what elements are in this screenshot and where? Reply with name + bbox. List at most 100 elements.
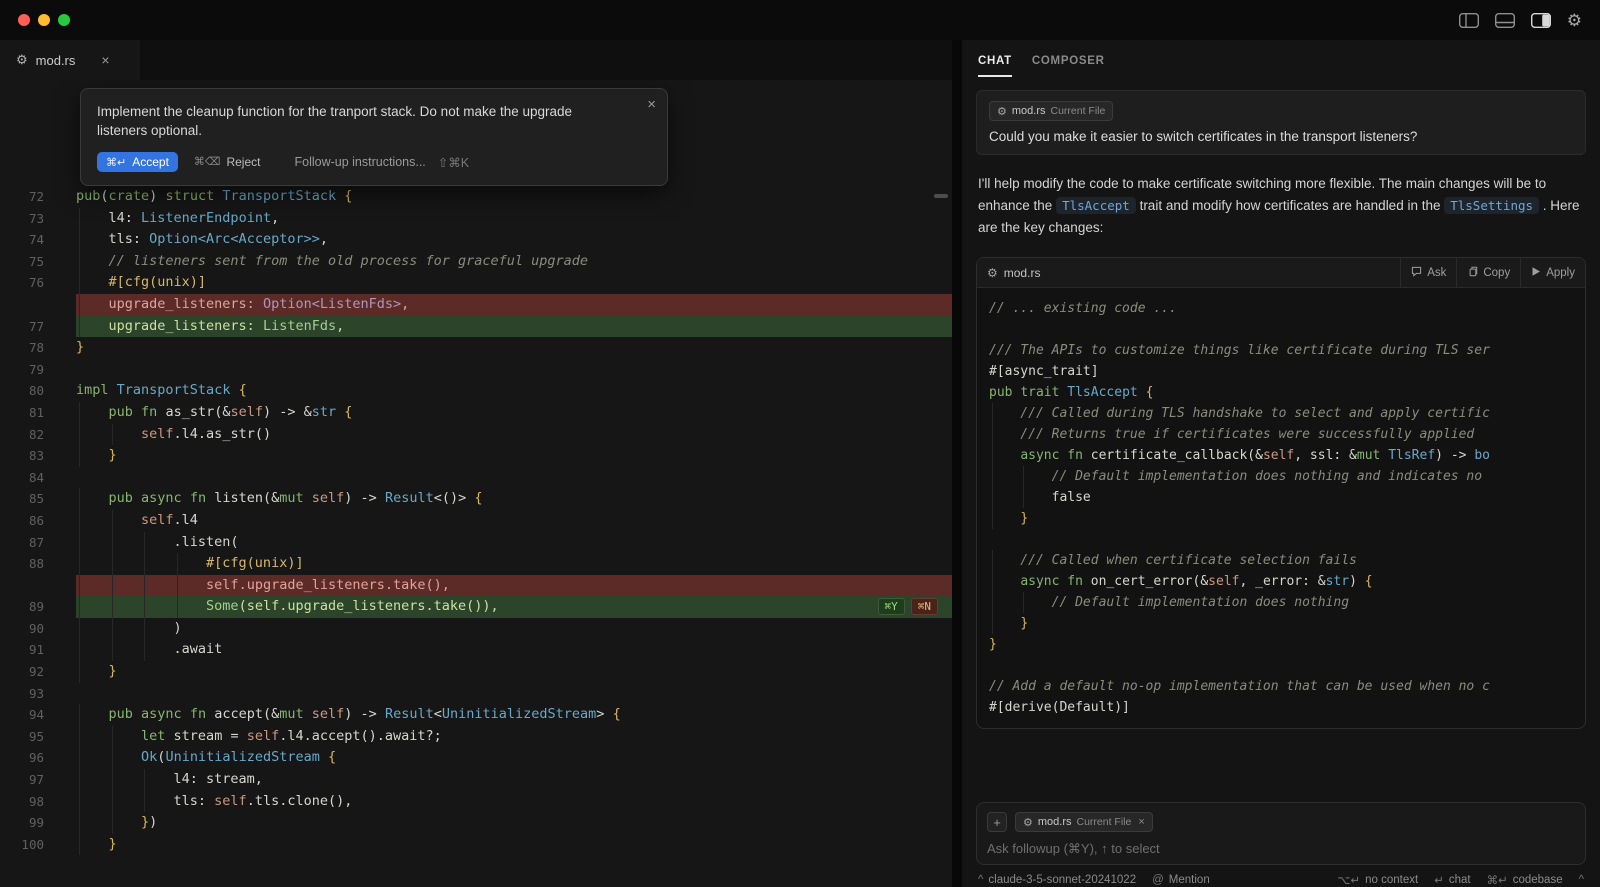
code-line: 85 pub async fn listen(&mut self) -> Res… xyxy=(0,488,952,510)
settings-gear-icon[interactable]: ⚙ xyxy=(1567,12,1582,29)
user-message-text: Could you make it easier to switch certi… xyxy=(989,129,1573,144)
chevron-up-icon[interactable]: ^ xyxy=(1579,874,1584,886)
code-line: // ... existing code ... xyxy=(989,298,1573,319)
tab-label: mod.rs xyxy=(36,53,76,68)
indent-guide xyxy=(144,618,145,640)
close-tab-icon[interactable]: × xyxy=(101,52,109,68)
indent-guide xyxy=(79,639,80,661)
chat-messages: ⚙ mod.rs Current File Could you make it … xyxy=(962,77,1600,790)
chevron-up-icon: ^ xyxy=(978,874,983,886)
tab-mod-rs[interactable]: ⚙ mod.rs × xyxy=(0,40,140,80)
indent-guide xyxy=(112,726,113,748)
close-window-button[interactable] xyxy=(18,14,30,26)
indent-guide xyxy=(992,403,993,424)
indent-guide xyxy=(112,510,113,532)
mention-label: Mention xyxy=(1169,874,1210,886)
indent-guide xyxy=(992,445,993,466)
apply-button[interactable]: Apply xyxy=(1520,258,1585,287)
followup-instructions-button[interactable]: Follow-up instructions... ⇧⌘K xyxy=(294,155,469,170)
diff-badge-reject[interactable]: ⌘N xyxy=(911,598,938,615)
indent-guide xyxy=(79,704,80,726)
chat-input[interactable] xyxy=(987,841,1575,856)
indent-guide xyxy=(79,402,80,424)
toggle-right-panel-icon[interactable] xyxy=(1531,13,1551,28)
chat-code-body: // ... existing code ... /// The APIs to … xyxy=(977,288,1585,728)
hint-codebase[interactable]: ⌘↵ codebase xyxy=(1487,873,1563,887)
code-line: /// The APIs to customize things like ce… xyxy=(989,340,1573,361)
indent-guide xyxy=(144,553,145,575)
popup-close-icon[interactable]: × xyxy=(647,96,656,113)
model-selector[interactable]: ^ claude-3-5-sonnet-20241022 xyxy=(978,874,1136,886)
editor-body[interactable]: × Implement the cleanup function for the… xyxy=(0,80,952,887)
hint-no-context[interactable]: ⌥↵ no context xyxy=(1337,873,1418,887)
copy-label: Copy xyxy=(1483,267,1510,279)
code-line: 76 #[cfg(unix)] xyxy=(0,272,952,294)
rust-file-icon: ⚙ xyxy=(987,266,998,280)
indent-guide xyxy=(79,316,80,338)
indent-guide xyxy=(144,791,145,813)
hint-chat[interactable]: ↵ chat xyxy=(1434,873,1470,887)
indent-guide xyxy=(79,294,80,316)
code-line: 89 Some(self.upgrade_listeners.take()),⌘… xyxy=(0,596,952,618)
indent-guide xyxy=(992,550,993,571)
indent-guide xyxy=(79,834,80,856)
mention-button[interactable]: @ Mention xyxy=(1152,874,1210,886)
line-number xyxy=(0,575,76,597)
indent-guide xyxy=(79,769,80,791)
line-number: 81 xyxy=(0,402,76,424)
chat-input-card[interactable]: + ⚙ mod.rs Current File × xyxy=(976,802,1586,865)
indent-guide xyxy=(112,532,113,554)
code-line: 96 Ok(UninitializedStream { xyxy=(0,747,952,769)
code-line: } xyxy=(989,613,1573,634)
minimize-window-button[interactable] xyxy=(38,14,50,26)
chat-footer: ^ claude-3-5-sonnet-20241022 @ Mention ⌥… xyxy=(962,865,1600,887)
code-line: 95 let stream = self.l4.accept().await?; xyxy=(0,726,952,748)
code-line: 99 }) xyxy=(0,812,952,834)
add-context-button[interactable]: + xyxy=(987,812,1007,832)
indent-guide xyxy=(79,553,80,575)
diff-badge-accept[interactable]: ⌘Y xyxy=(878,598,905,615)
context-chip[interactable]: ⚙ mod.rs Current File xyxy=(989,101,1113,121)
line-number: 95 xyxy=(0,726,76,748)
chip-file-label: mod.rs xyxy=(1012,105,1046,117)
toggle-bottom-panel-icon[interactable] xyxy=(1495,13,1515,28)
indent-guide xyxy=(112,596,113,618)
scrollbar-thumb[interactable] xyxy=(934,194,948,198)
ask-button[interactable]: Ask xyxy=(1400,258,1456,287)
toggle-left-panel-icon[interactable] xyxy=(1459,13,1479,28)
indent-guide xyxy=(992,487,993,508)
line-number: 97 xyxy=(0,769,76,791)
code-line: // Default implementation does nothing xyxy=(989,592,1573,613)
indent-guide xyxy=(992,424,993,445)
accept-button[interactable]: ⌘↵ Accept xyxy=(97,152,178,172)
code-line: 100 } xyxy=(0,834,952,856)
indent-guide xyxy=(112,812,113,834)
rust-file-icon: ⚙ xyxy=(997,105,1007,118)
zoom-window-button[interactable] xyxy=(58,14,70,26)
tab-composer[interactable]: COMPOSER xyxy=(1032,55,1105,77)
ask-icon xyxy=(1411,266,1422,280)
line-number: 77 xyxy=(0,316,76,338)
code-line: // Add a default no-op implementation th… xyxy=(989,676,1573,697)
line-number: 88 xyxy=(0,553,76,575)
hint-key: ⌘↵ xyxy=(1487,873,1508,887)
indent-guide xyxy=(1023,592,1024,613)
indent-guide xyxy=(144,596,145,618)
footer-right: ⌥↵ no context ↵ chat ⌘↵ codebase ^ xyxy=(1337,873,1584,887)
reject-keybind: ⌘⌫ xyxy=(194,155,221,169)
line-number: 96 xyxy=(0,747,76,769)
input-context-chip[interactable]: ⚙ mod.rs Current File × xyxy=(1015,812,1153,832)
code-line: 94 pub async fn accept(&mut self) -> Res… xyxy=(0,704,952,726)
copy-button[interactable]: Copy xyxy=(1456,258,1520,287)
remove-context-icon[interactable]: × xyxy=(1138,816,1144,828)
apply-icon xyxy=(1531,266,1541,280)
reject-button[interactable]: ⌘⌫ Reject xyxy=(194,155,261,169)
tab-chat[interactable]: CHAT xyxy=(978,55,1012,77)
rust-file-icon: ⚙ xyxy=(16,52,28,68)
at-icon: @ xyxy=(1152,874,1164,886)
indent-guide xyxy=(79,532,80,554)
pane-divider[interactable] xyxy=(952,40,962,887)
indent-guide xyxy=(177,553,178,575)
line-number: 76 xyxy=(0,272,76,294)
indent-guide xyxy=(992,571,993,592)
